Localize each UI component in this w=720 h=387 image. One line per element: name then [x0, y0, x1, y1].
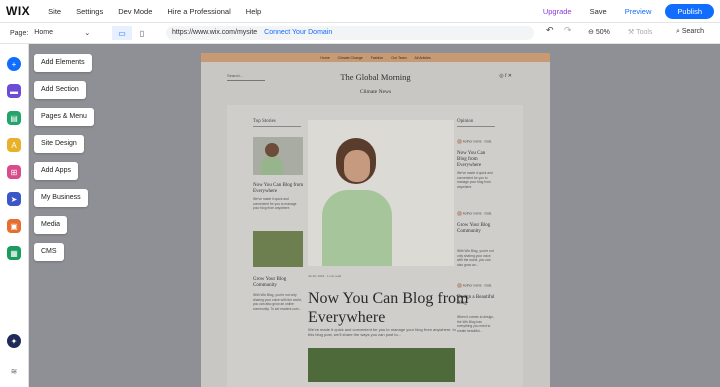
label-add-section[interactable]: Add Section	[34, 81, 86, 99]
opinion-headline[interactable]: Now You Can Blog from Everywhere	[457, 151, 495, 169]
editor-toolbar: Page: Home ⌄ ▭ ▯ https://www.wix.com/mys…	[0, 23, 720, 44]
social-icons[interactable]: ◎ f ✕	[499, 73, 512, 79]
device-switcher: ▭ ▯	[112, 26, 152, 40]
menu-hire-professional[interactable]: Hire a Professional	[167, 7, 230, 16]
opinion-headline[interactable]: Grow Your Blog Community	[457, 223, 495, 235]
save-button[interactable]: Save	[590, 7, 607, 16]
author-name: Author name · Date	[462, 283, 492, 288]
avatar	[457, 139, 462, 144]
site-nav-item[interactable]: Home	[320, 56, 329, 60]
section-title: Climate News	[359, 89, 392, 95]
url-bar[interactable]: https://www.wix.com/mysite Connect Your …	[166, 26, 534, 40]
main-headline[interactable]: Now You Can Blog from Everywhere	[308, 289, 488, 327]
page-dropdown[interactable]: Home ⌄	[34, 29, 90, 37]
author-line: Author name · Date	[457, 283, 492, 288]
main-excerpt: We've made it quick and convenient for y…	[308, 327, 456, 337]
menu-settings[interactable]: Settings	[76, 7, 103, 16]
menu-help[interactable]: Help	[246, 7, 261, 16]
redo-icon[interactable]: ↷	[564, 25, 572, 36]
site-canvas[interactable]: Home Climate Change Fashion Our Team All…	[201, 53, 550, 387]
opinion-title: Opinion	[457, 119, 495, 127]
content-area: Top Stories Opinion Now You Can Blog fro…	[227, 105, 523, 387]
hero-image[interactable]	[308, 120, 454, 266]
media-icon[interactable]: ▣	[7, 219, 21, 233]
author-name: Author name · Date	[462, 139, 492, 144]
tools-label: Tools	[636, 29, 653, 36]
author-line: Author name · Date	[457, 211, 492, 216]
avatar	[457, 211, 462, 216]
story-image[interactable]	[253, 231, 303, 267]
site-nav-item[interactable]: Climate Change	[338, 56, 363, 60]
avatar	[457, 283, 462, 288]
preview-button[interactable]: Preview	[625, 7, 652, 16]
mobile-icon[interactable]: ▯	[132, 26, 152, 40]
top-stories-title: Top Stories	[253, 119, 301, 127]
site-nav-item[interactable]: Fashion	[371, 56, 383, 60]
label-pages-menu[interactable]: Pages & Menu	[34, 108, 94, 126]
menu-dev-mode[interactable]: Dev Mode	[118, 7, 152, 16]
site-nav-item[interactable]: All Articles	[415, 56, 431, 60]
site-header: Search... The Global Morning ◎ f ✕	[201, 67, 550, 87]
add-section-icon[interactable]: ▬	[7, 84, 21, 98]
top-menu: Site Settings Dev Mode Hire a Profession…	[48, 7, 276, 16]
site-url: https://www.wix.com/mysite	[172, 29, 258, 36]
site-design-icon[interactable]: A	[7, 138, 21, 152]
undo-icon[interactable]: ↶	[546, 25, 554, 36]
story-headline[interactable]: Now You Can Blog from Everywhere	[253, 183, 305, 195]
ai-assistant-icon[interactable]: ✦	[7, 334, 21, 348]
site-title: The Global Morning	[340, 72, 411, 82]
label-media[interactable]: Media	[34, 216, 68, 234]
my-business-icon[interactable]: ➤	[7, 192, 21, 206]
zoom-control[interactable]: ⊖ 50%	[588, 28, 610, 36]
top-bar: WIX Site Settings Dev Mode Hire a Profes…	[0, 0, 720, 23]
label-add-apps[interactable]: Add Apps	[34, 162, 78, 180]
post-image[interactable]	[308, 348, 455, 382]
site-nav-item[interactable]: Our Team	[391, 56, 406, 60]
story-excerpt: With Wix Blog, you're not only sharing y…	[253, 293, 302, 311]
label-site-design[interactable]: Site Design	[34, 135, 84, 153]
story-image[interactable]	[253, 137, 303, 175]
add-apps-icon[interactable]: ⊞	[7, 165, 21, 179]
site-nav: Home Climate Change Fashion Our Team All…	[201, 53, 550, 62]
desktop-icon[interactable]: ▭	[112, 26, 132, 40]
author-name: Author name · Date	[462, 211, 492, 216]
connect-domain-link[interactable]: Connect Your Domain	[264, 29, 332, 36]
publish-button[interactable]: Publish	[665, 3, 714, 19]
page-label: Page:	[10, 29, 29, 37]
left-rail: + ▬ ▤ A ⊞ ➤ ▣ ▦ ✦ ≋	[0, 44, 29, 387]
zoom-value: 50%	[595, 29, 610, 36]
story-headline[interactable]: Grow Your Blog Community	[253, 277, 305, 289]
author-line: Author name · Date	[457, 139, 492, 144]
label-cms[interactable]: CMS	[34, 243, 64, 261]
menu-site[interactable]: Site	[48, 7, 61, 16]
chevron-down-icon: ⌄	[84, 30, 91, 37]
label-add-elements[interactable]: Add Elements	[34, 54, 92, 72]
opinion-excerpt: We've made it quick and convenient for y…	[457, 171, 493, 189]
page-value: Home	[34, 29, 53, 36]
upgrade-link[interactable]: Upgrade	[543, 7, 572, 16]
add-elements-icon[interactable]: +	[7, 57, 21, 71]
post-meta: Jul 20, 2023 · 1 min read	[308, 274, 342, 278]
opinion-excerpt: With Wix Blog, you're not only sharing y…	[457, 249, 494, 267]
layers-icon[interactable]: ≋	[7, 364, 21, 378]
search-button[interactable]: ⌕ Search	[676, 28, 704, 36]
label-my-business[interactable]: My Business	[34, 189, 88, 207]
story-excerpt: We've made it quick and convenient for y…	[253, 197, 297, 211]
tools-button[interactable]: ⚒ Tools	[628, 28, 652, 36]
search-label: Search	[681, 28, 705, 35]
wix-logo[interactable]: WIX	[6, 4, 30, 18]
pages-menu-icon[interactable]: ▤	[7, 111, 21, 125]
cms-icon[interactable]: ▦	[7, 246, 21, 260]
